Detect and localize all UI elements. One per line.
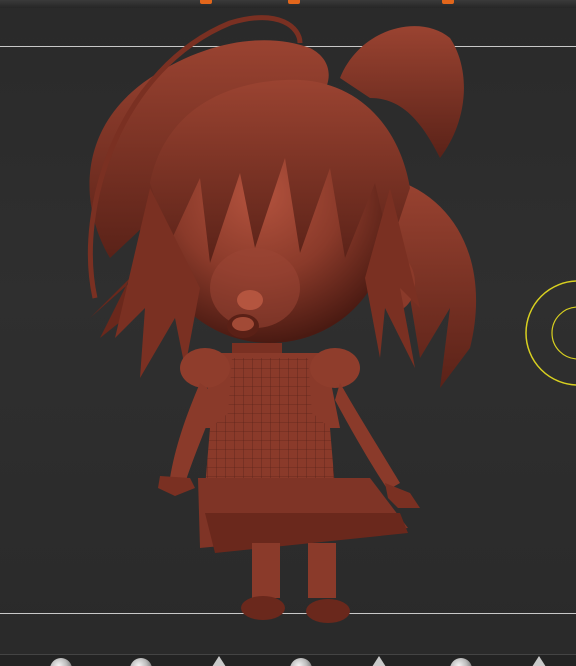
timeline-marker[interactable] xyxy=(442,0,454,4)
document-viewport[interactable] xyxy=(0,8,576,654)
sculpt-model[interactable] xyxy=(87,15,477,623)
brush-shelf xyxy=(0,654,576,666)
transpose-gizmo[interactable] xyxy=(525,280,576,386)
timeline-marker[interactable] xyxy=(200,0,212,4)
top-toolbar xyxy=(0,0,576,8)
model-canvas[interactable] xyxy=(0,8,576,654)
timeline-marker[interactable] xyxy=(288,0,300,4)
